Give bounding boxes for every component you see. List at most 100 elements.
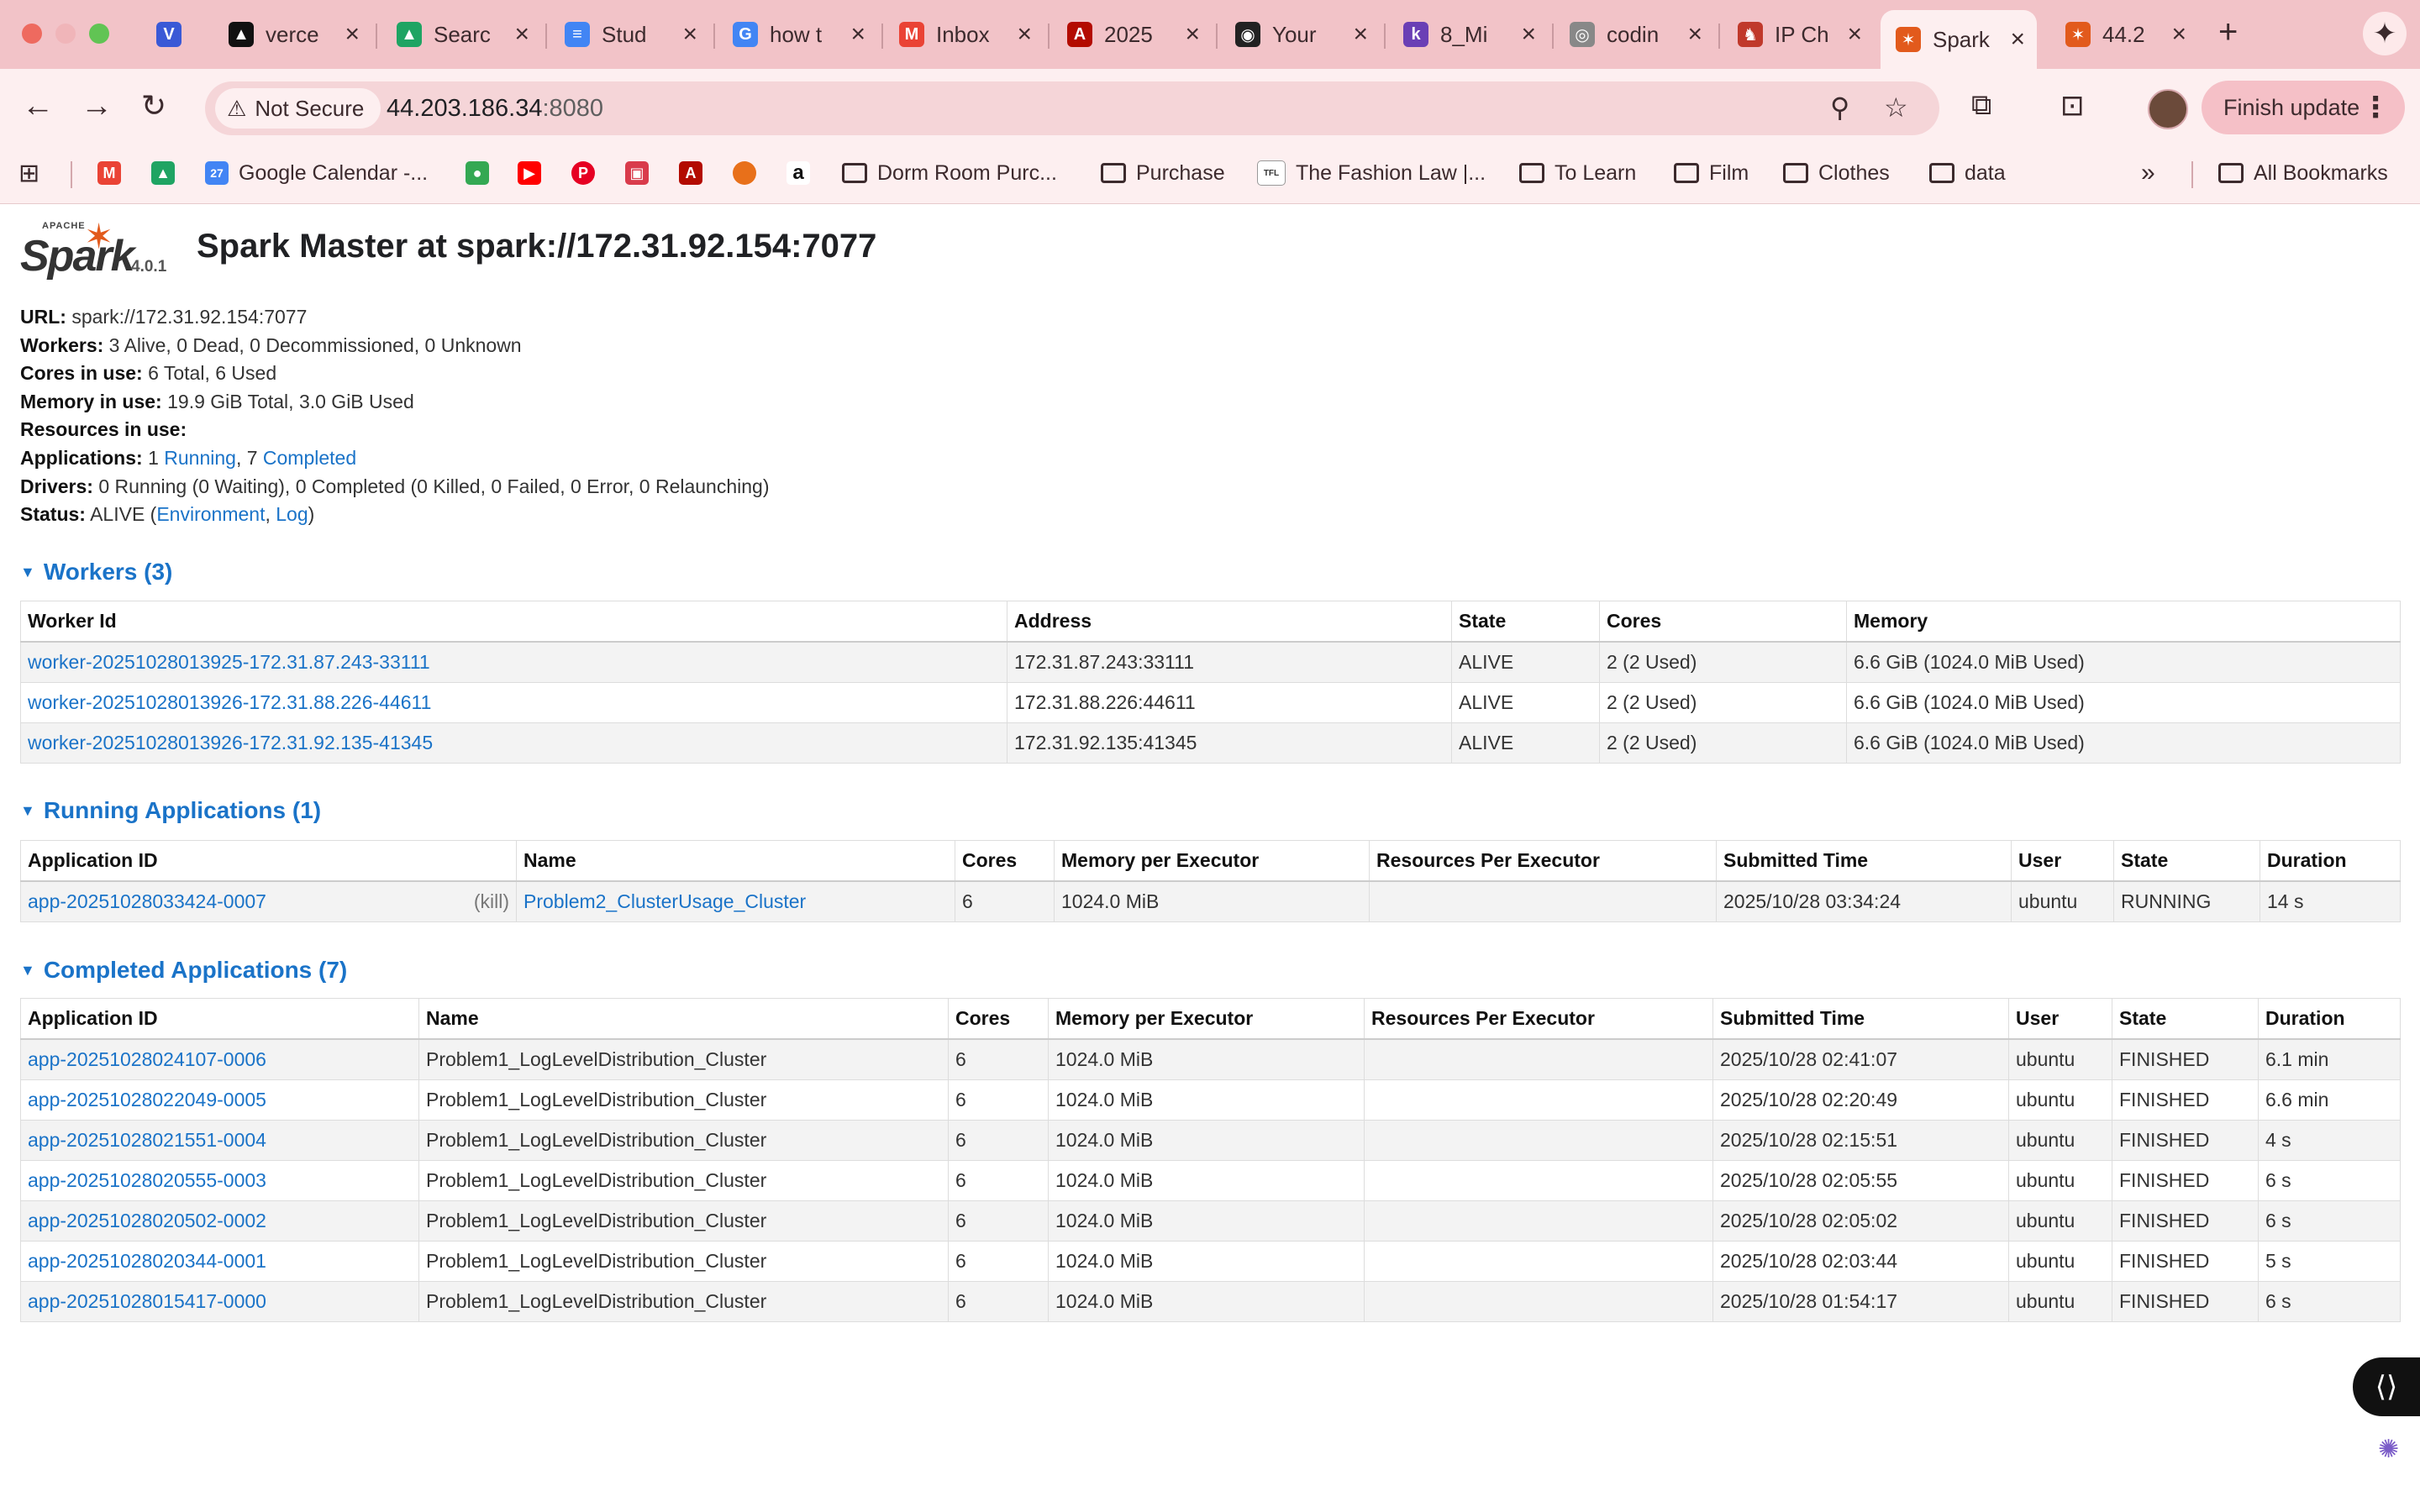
col-address[interactable]: Address [1007,601,1452,643]
bookmark-dorm-room[interactable]: Dorm Room Purc... [842,155,1057,192]
amazon-bookmark[interactable]: a [786,155,810,192]
worker-id-cell-link[interactable]: worker-20251028013925-172.31.87.243-3311… [28,651,430,673]
tab-6[interactable]: A 2025 × [1052,10,1212,59]
app-id-cell[interactable]: app-20251028024107-0006 [20,1038,419,1080]
col-cores[interactable]: Cores [1599,601,1847,643]
forward-arrow-icon[interactable]: → [81,87,113,124]
tab-12[interactable]: ✶ 44.2 × [2050,10,2198,59]
col-resources-per-executor[interactable]: Resources Per Executor [1369,840,1717,882]
col-memory-per-executor[interactable]: Memory per Executor [1054,840,1370,882]
tab-2[interactable]: ▲ Searc × [381,10,541,59]
app-id-cell-link[interactable]: app-20251028015417-0000 [28,1290,266,1312]
bookmark-all-bookmarks[interactable]: All Bookmarks [2218,155,2388,192]
completed-apps-section-toggle[interactable]: ▼ Completed Applications (7) [20,957,347,984]
pdf-bookmark[interactable]: A [679,155,702,192]
app-id-cell-link[interactable]: app-20251028022049-0005 [28,1089,266,1110]
col-application-id[interactable]: Application ID [20,998,419,1040]
reload-icon[interactable]: ↻ [141,87,166,124]
finish-update-button[interactable]: Finish update ⋮ [2202,81,2406,134]
bookmark-data[interactable]: data [1929,155,2006,192]
col-user[interactable]: User [2011,840,2114,882]
new-tab-button[interactable]: + [2218,13,2238,51]
back-arrow-icon[interactable]: ← [22,87,54,124]
window-close-button[interactable] [22,24,42,44]
worker-id-cell[interactable]: worker-20251028013926-172.31.88.226-4461… [20,682,1007,723]
zoom-magnifier-icon[interactable]: ⚲ [1830,92,1849,123]
col-name[interactable]: Name [418,998,949,1040]
orange-circle-bookmark[interactable] [733,155,756,192]
app-id-cell[interactable]: app-20251028015417-0000 [20,1281,419,1322]
app-name-cell[interactable]: Problem2_ClusterUsage_Cluster [516,880,955,922]
app-id-cell-link[interactable]: app-20251028024107-0006 [28,1048,266,1070]
tab-8[interactable]: k 8_Mi × [1388,10,1548,59]
running-apps-section-toggle[interactable]: ▼ Running Applications (1) [20,797,321,824]
brain-extension-icon[interactable]: ✺ [2378,1435,2399,1464]
col-user[interactable]: User [2008,998,2112,1040]
col-cores[interactable]: Cores [955,840,1055,882]
apps-grid-icon[interactable]: ⊞ [18,155,39,192]
url-text[interactable]: 44.203.186.34:8080 [387,95,603,123]
tab-search-icon[interactable]: ⊡ [2060,89,2085,123]
extensions-puzzle-icon[interactable]: ⧉ [1971,89,1991,122]
col-submitted-time[interactable]: Submitted Time [1716,840,2012,882]
close-tab-icon[interactable]: × [1687,22,1702,47]
tab-9[interactable]: ◎ codin × [1555,10,1714,59]
gmail-bookmark[interactable]: M [97,155,121,192]
tab-7[interactable]: ◉ Your × [1220,10,1380,59]
address-bar[interactable]: ⚠ Not Secure 44.203.186.34:8080 ⚲ ☆ [205,81,1939,135]
maps-bookmark[interactable]: ● [466,155,489,192]
col-state[interactable]: State [1451,601,1600,643]
window-minimize-button[interactable] [55,24,76,44]
col-cores[interactable]: Cores [948,998,1049,1040]
tab-10[interactable]: ♞ IP Ch × [1723,10,1874,59]
more-bookmarks-chevron-icon[interactable]: » [2141,155,2155,192]
bookmark-film[interactable]: Film [1674,155,1749,192]
close-tab-icon[interactable]: × [1521,22,1536,47]
col-worker-id[interactable]: Worker Id [20,601,1007,643]
col-memory-per-executor[interactable]: Memory per Executor [1048,998,1365,1040]
col-state[interactable]: State [2112,998,2259,1040]
close-tab-icon[interactable]: × [2010,27,2025,52]
window-maximize-button[interactable] [89,24,109,44]
tab-11[interactable]: ✶ Spark × [1881,10,2037,69]
col-memory[interactable]: Memory [1846,601,2401,643]
col-state[interactable]: State [2113,840,2260,882]
profile-avatar[interactable] [2148,89,2188,129]
col-duration[interactable]: Duration [2260,840,2401,882]
tab-pinned-v[interactable]: V [148,10,192,59]
code-assistant-icon[interactable]: ⟨⟩ [2353,1357,2420,1416]
drive-bookmark[interactable]: ▲ [151,155,175,192]
bookmark-fashion-law[interactable]: TFL The Fashion Law |... [1257,155,1486,192]
worker-id-cell[interactable]: worker-20251028013925-172.31.87.243-3311… [20,641,1007,683]
app-id-cell[interactable]: app-20251028022049-0005 [20,1079,419,1121]
app-id-cell[interactable]: app-20251028021551-0004 [20,1120,419,1161]
tab-5[interactable]: M Inbox × [884,10,1044,59]
bookmark-to-learn[interactable]: To Learn [1519,155,1636,192]
tab-1[interactable]: ▲ verce × [213,10,371,59]
kill-app-link[interactable]: (kill) [474,890,509,913]
close-tab-icon[interactable]: × [345,22,360,47]
bookmark-star-icon[interactable]: ☆ [1884,92,1908,123]
bookmark-purchase[interactable]: Purchase [1101,155,1225,192]
app-id-cell[interactable]: app-20251028020555-0003 [20,1160,419,1201]
app-id-cell[interactable]: app-20251028020502-0002 [20,1200,419,1242]
bookmark-clothes[interactable]: Clothes [1783,155,1890,192]
app-name-cell-link[interactable]: Problem2_ClusterUsage_Cluster [523,890,806,912]
col-application-id[interactable]: Application ID [20,840,517,882]
workers-section-toggle[interactable]: ▼ Workers (3) [20,559,172,585]
pinterest-bookmark[interactable]: P [571,155,595,192]
worker-id-cell[interactable]: worker-20251028013926-172.31.92.135-4134… [20,722,1007,764]
close-tab-icon[interactable]: × [2171,22,2186,47]
app-id-cell-link[interactable]: app-20251028020502-0002 [28,1210,266,1231]
worker-id-cell-link[interactable]: worker-20251028013926-172.31.92.135-4134… [28,732,433,753]
spark-logo[interactable]: APACHE Spark ✶ [18,217,135,281]
close-tab-icon[interactable]: × [850,22,865,47]
tab-3[interactable]: ≡ Stud × [550,10,709,59]
close-tab-icon[interactable]: × [1185,22,1200,47]
col-submitted-time[interactable]: Submitted Time [1712,998,2009,1040]
app-id-cell[interactable]: app-20251028033424-0007 (kill) [20,880,517,922]
close-tab-icon[interactable]: × [514,22,529,47]
close-tab-icon[interactable]: × [1847,22,1862,47]
col-name[interactable]: Name [516,840,955,882]
app-id-cell-link[interactable]: app-20251028020555-0003 [28,1169,266,1191]
